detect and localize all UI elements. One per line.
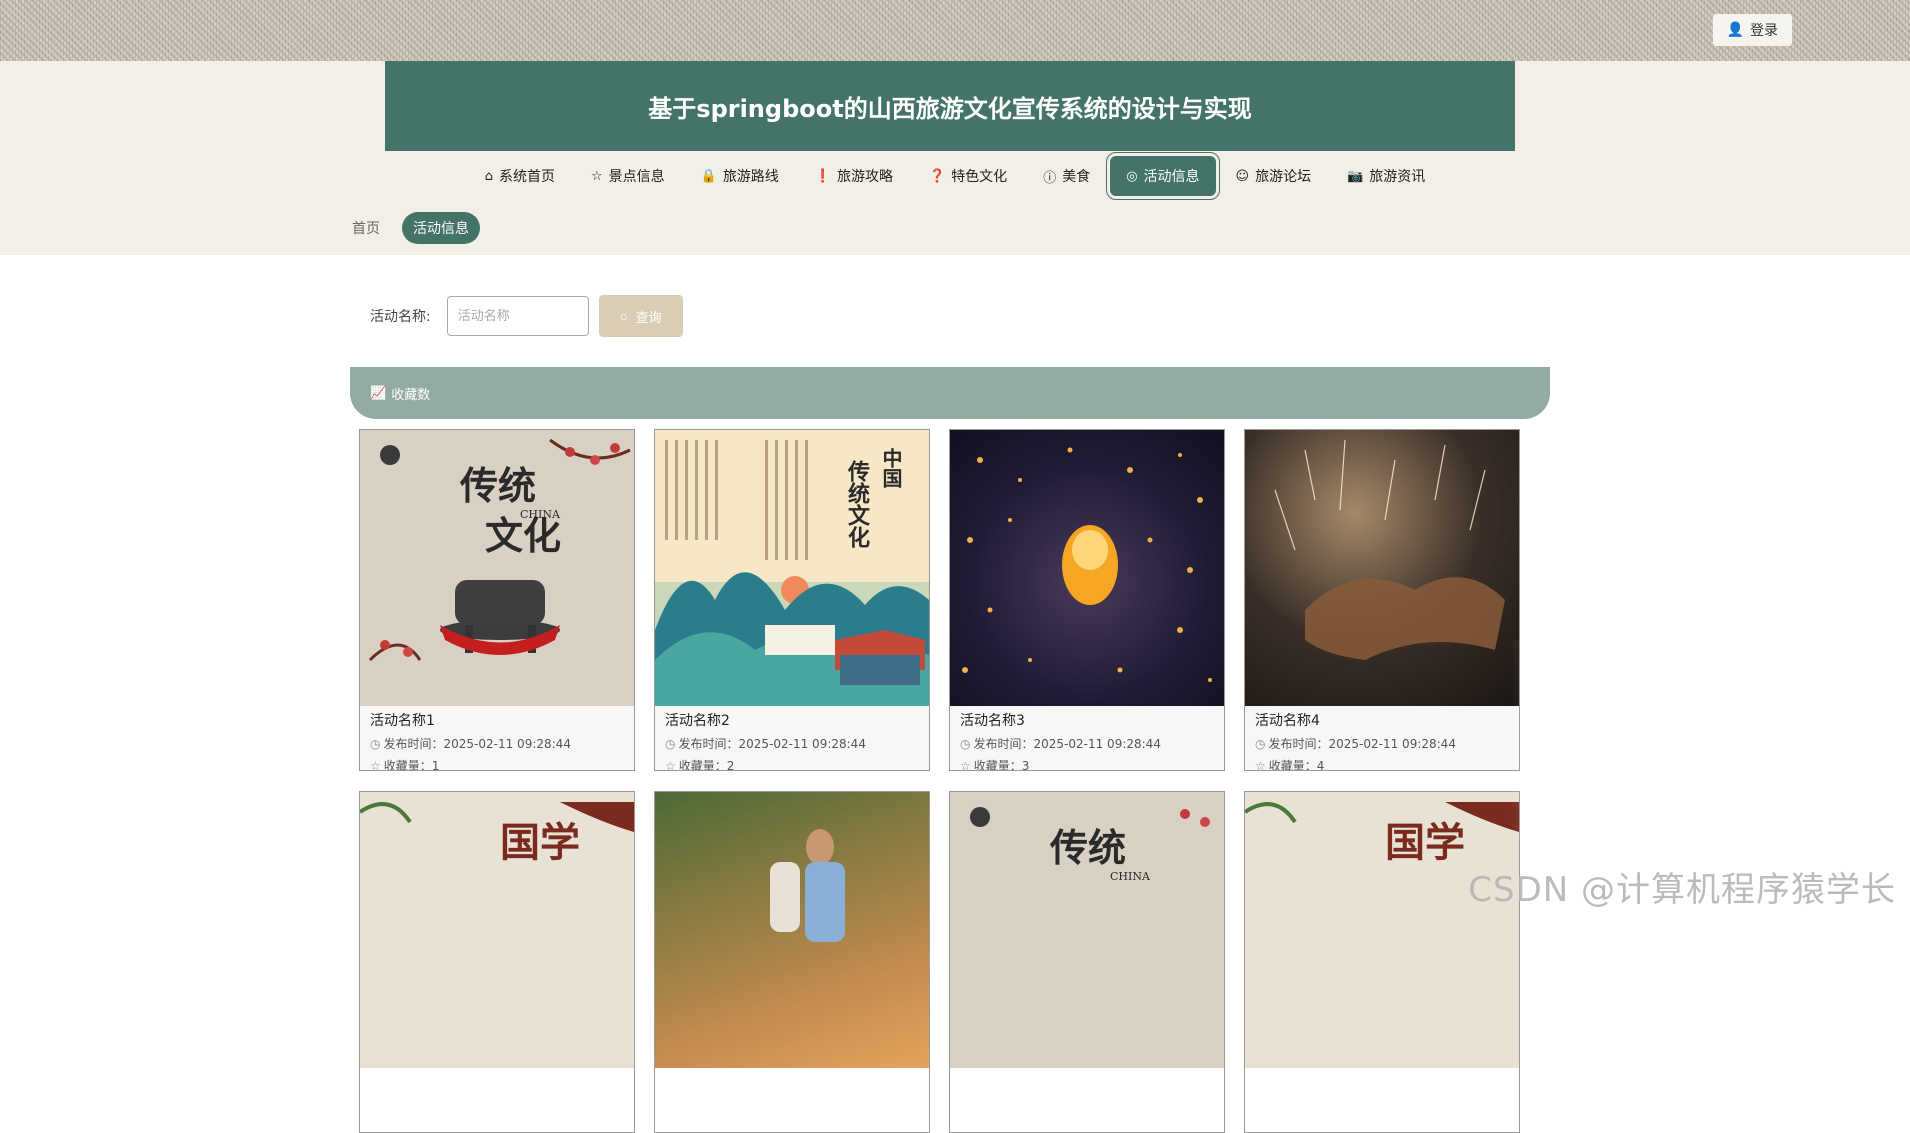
breadcrumb-home[interactable]: 首页 [352,218,380,238]
activity-image: 传统 CHINA [950,792,1224,1068]
star-icon: ☆ [665,759,676,771]
login-button[interactable]: 👤 登录 [1712,14,1792,46]
poster-title: 传统 [1050,825,1127,870]
photo-illustration [770,829,845,942]
clock-icon: ◷ [370,737,381,751]
favorite-count: ☆ 收藏量：3 [960,759,1030,771]
main-nav: ⌂ 系统首页 ☆ 景点信息 🔒 旅游路线 ❗ 旅游攻略 ❓ 特色文化 ⓘ 美食 … [0,152,1910,200]
poster-illustration [360,802,634,832]
card-info: 活动名称3 ◷ 发布时间：2025-02-11 09:28:44 ☆ 收藏量：3 [950,706,1224,771]
poster-title: 国学 [1385,819,1465,866]
screen-glare [1510,640,1910,840]
sort-label: 收藏数 [391,387,431,403]
activity-name: 活动名称2 [665,713,730,729]
search-form: 活动名称: ○ 查询 [370,295,683,337]
clock-icon: ◷ [665,737,676,751]
activity-image: 中国 传统文化 [655,430,929,706]
activity-image [1245,430,1519,706]
card-info: 活动名称1 ◷ 发布时间：2025-02-11 09:28:44 ☆ 收藏量：1 [360,706,634,771]
nav-item-home[interactable]: ⌂ 系统首页 [469,156,571,196]
camera-icon: 📷 [1347,168,1364,184]
clock-icon: ◷ [1255,737,1266,751]
activity-name: 活动名称3 [960,713,1025,729]
search-label: 活动名称: [370,309,431,325]
nav-item-guides[interactable]: ❗ 旅游攻略 [799,156,909,196]
nav-item-attractions[interactable]: ☆ 景点信息 [575,156,681,196]
breadcrumb: 首页 活动信息 [352,212,480,244]
activity-image [655,792,929,1068]
star-icon: ☆ [1255,759,1266,771]
login-label: 登录 [1750,23,1778,39]
nav-item-food[interactable]: ⓘ 美食 [1027,156,1106,196]
publish-time: ◷ 发布时间：2025-02-11 09:28:44 [665,737,866,751]
sort-bar[interactable]: 📈 收藏数 [350,367,1550,419]
nav-item-forum[interactable]: ☺ 旅游论坛 [1220,156,1328,196]
favorite-count: ☆ 收藏量：1 [370,759,440,771]
poster-illustration [1245,802,1519,832]
search-icon: ○ [619,308,628,324]
textured-header-strip [0,0,1910,61]
info-italic-icon: ⓘ [1043,170,1057,186]
activity-card[interactable]: 传统 文化 CHINA 活动名称1 ◷ 发布时间：2025-02-11 09:28… [359,429,635,771]
activity-name: 活动名称1 [370,713,435,729]
activity-image: 传统 文化 CHINA [360,430,634,706]
nav-item-culture[interactable]: ❓ 特色文化 [913,156,1023,196]
bag-icon: 🔒 [700,168,717,184]
info-icon: ❗ [814,168,831,184]
clock-icon: ◷ [960,737,971,751]
poster-title: 中国 [879,448,903,488]
nav-item-activities[interactable]: ◎ 活动信息 [1106,152,1220,200]
site-title: 基于springboot的山西旅游文化宣传系统的设计与实现 [385,61,1515,151]
favorite-count: ☆ 收藏量：2 [665,759,735,771]
csdn-watermark: CSDN @计算机程序猿学长 [1468,870,1896,910]
activity-card[interactable]: 国学 [359,791,635,1133]
publish-time: ◷ 发布时间：2025-02-11 09:28:44 [960,737,1161,751]
card-info: 活动名称4 ◷ 发布时间：2025-02-11 09:28:44 ☆ 收藏量：4 [1245,706,1519,771]
publish-time: ◷ 发布时间：2025-02-11 09:28:44 [370,737,571,751]
nav-item-news[interactable]: 📷 旅游资讯 [1331,156,1441,196]
activity-image: 国学 [1245,792,1519,1068]
card-info: 活动名称2 ◷ 发布时间：2025-02-11 09:28:44 ☆ 收藏量：2 [655,706,929,771]
user-icon: 👤 [1726,22,1744,38]
activity-name-input[interactable] [446,296,589,336]
breadcrumb-current: 活动信息 [402,212,480,244]
poster-english: CHINA [520,508,560,521]
activity-card[interactable]: 传统 CHINA [949,791,1225,1133]
activity-name: 活动名称4 [1255,713,1320,729]
smile-icon: ☺ [1235,168,1250,184]
poster-subtitle: 传统文化 [844,460,870,548]
target-icon: ◎ [1126,168,1138,184]
publish-time: ◷ 发布时间：2025-02-11 09:28:44 [1255,737,1456,751]
poster-english: CHINA [1110,870,1150,883]
activity-card[interactable] [654,791,930,1133]
lanterns-illustration [962,447,1212,682]
nav-item-routes[interactable]: 🔒 旅游路线 [685,156,795,196]
activity-card[interactable]: 国学 [1244,791,1520,1133]
chart-icon: 📈 [370,385,387,401]
poster-title: 传统 [460,463,537,508]
question-icon: ❓ [929,168,946,184]
search-button[interactable]: ○ 查询 [598,295,683,337]
activity-card[interactable]: 活动名称4 ◷ 发布时间：2025-02-11 09:28:44 ☆ 收藏量：4 [1244,429,1520,771]
poster-title: 国学 [500,819,580,866]
star-icon: ☆ [960,759,971,771]
activity-image [950,430,1224,706]
star-icon: ☆ [370,759,381,771]
activity-grid: 传统 文化 CHINA 活动名称1 ◷ 发布时间：2025-02-11 09:28… [359,429,1520,1133]
star-icon: ☆ [590,168,603,184]
activity-card[interactable]: 中国 传统文化 活动名称2 ◷ 发布时间：2025-02-11 09:28:44 … [654,429,930,771]
favorite-count: ☆ 收藏量：4 [1255,759,1325,771]
activity-card[interactable]: 活动名称3 ◷ 发布时间：2025-02-11 09:28:44 ☆ 收藏量：3 [949,429,1225,771]
fireworks-illustration [1274,439,1505,660]
home-icon: ⌂ [484,168,493,184]
activity-image: 国学 [360,792,634,1068]
